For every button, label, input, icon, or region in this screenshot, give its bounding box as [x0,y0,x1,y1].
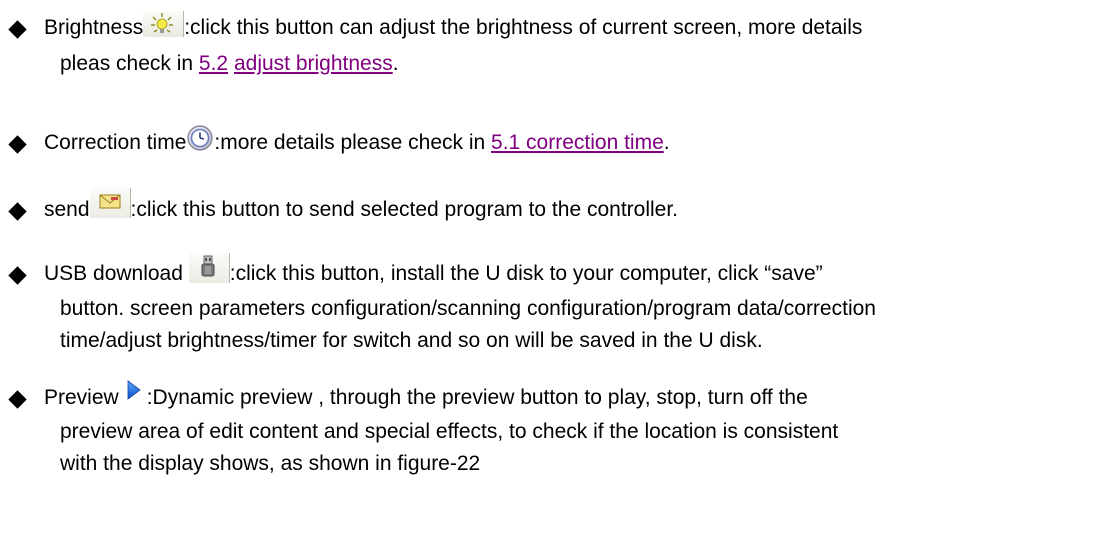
item-line-1: Correction time :more details please che… [44,125,670,155]
item-desc-cont: button. screen parameters configuration/… [60,297,876,320]
item-desc: :click this button to send selected prog… [130,198,679,221]
item-label: Brightness [44,16,144,39]
item-line-1: send :click this button to send selected… [44,188,679,222]
item-line-3: time/adjust brightness/timer for switch … [60,329,763,353]
item-desc-cont: pleas check in [60,52,199,75]
diamond-bullet-icon [8,135,27,154]
clock-icon [186,124,214,152]
link-correction-time[interactable]: 5.1 correction time [491,131,664,154]
item-label: send [44,198,90,221]
item-period: . [392,52,399,75]
diamond-bullet-icon [8,390,27,409]
item-desc: :Dynamic preview , through the preview b… [146,386,808,409]
item-period: . [663,131,670,154]
send-mail-icon [89,188,131,219]
link-section-5-2[interactable]: 5.2 [199,52,228,75]
document-page: Brightness :click this button can adjust [0,0,1107,535]
item-line-2: preview area of edit content and special… [60,420,838,444]
brightness-icon [143,11,185,38]
item-line-2: pleas check in 5.2 adjust brightness. [60,52,399,76]
item-line-2: button. screen parameters configuration/… [60,297,876,321]
usb-icon [188,253,230,284]
item-label: Preview [44,386,119,409]
play-triangle-icon [119,377,147,405]
item-line-3: with the display shows, as shown in figu… [60,452,480,476]
item-line-1: USB download :click this button, install… [44,253,823,286]
item-line-1: Preview :Dynamic preview , through the p… [44,380,808,410]
item-desc-cont: preview area of edit content and special… [60,420,839,443]
diamond-bullet-icon [8,266,27,285]
item-label: USB download [44,262,189,285]
diamond-bullet-icon [8,202,27,221]
item-desc: :click this button, install the U disk t… [229,262,823,285]
item-desc: :click this button can adjust the bright… [184,16,863,39]
item-line-1: Brightness :click this button can adjust [44,11,863,40]
item-desc: :more details please check in [214,131,492,154]
item-desc-cont: with the display shows, as shown in figu… [60,452,481,475]
item-desc-cont: time/adjust brightness/timer for switch … [60,329,763,352]
diamond-bullet-icon [8,20,27,39]
item-label: Correction time [44,131,187,154]
link-adjust-brightness[interactable]: adjust brightness [234,52,393,75]
